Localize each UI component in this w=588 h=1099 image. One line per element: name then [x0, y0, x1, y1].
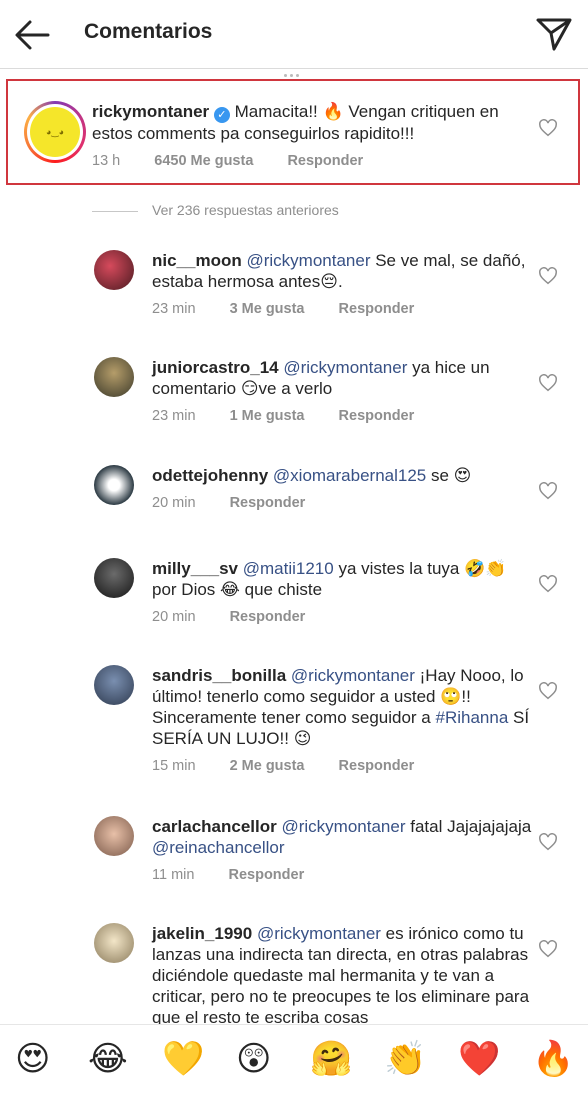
heart-icon[interactable]	[538, 940, 558, 958]
reply-button[interactable]: Responder	[230, 495, 306, 511]
comment-time: 20 min	[152, 609, 196, 625]
comment-body: fatal Jajajajajaja	[405, 817, 532, 836]
reply-button[interactable]: Responder	[230, 609, 306, 625]
avatar[interactable]	[94, 357, 134, 397]
caption-likes[interactable]: 6450 Me gusta	[154, 153, 253, 169]
heart-icon[interactable]	[538, 119, 558, 137]
comment-text: juniorcastro_14 @rickymontaner ya hice u…	[152, 357, 532, 399]
comment-username[interactable]: carlachancellor	[152, 817, 277, 836]
comment-likes[interactable]: 3 Me gusta	[230, 301, 305, 317]
comment-text: nic__moon @rickymontaner Se ve mal, se d…	[152, 250, 532, 292]
comment-text: carlachancellor @rickymontaner fatal Jaj…	[152, 816, 532, 858]
avatar[interactable]	[94, 465, 134, 505]
mention-link[interactable]: @reinachancellor	[152, 838, 285, 857]
view-previous-replies[interactable]: Ver 236 respuestas anteriores	[92, 202, 339, 218]
comment-likes[interactable]: 1 Me gusta	[230, 408, 305, 424]
comment-time: 15 min	[152, 758, 196, 774]
caption-username[interactable]: rickymontaner	[92, 102, 209, 121]
emoji-face-avatar-icon: ◕‿◕	[30, 107, 80, 157]
comment-body: se 😍	[426, 466, 472, 485]
mention-link[interactable]: @rickymontaner	[257, 924, 381, 943]
comment-time: 11 min	[152, 867, 195, 883]
heart-eyes-emoji-icon[interactable]: 😍	[15, 1039, 50, 1079]
view-previous-label: Ver 236 respuestas anteriores	[152, 202, 339, 218]
red-heart-emoji-icon[interactable]: ❤️	[458, 1039, 500, 1079]
avatar[interactable]	[94, 665, 134, 705]
comment-meta: 11 min Responder	[152, 867, 532, 883]
caption-reply-button[interactable]: Responder	[287, 153, 363, 169]
drag-dots-icon	[284, 64, 304, 77]
clapping-emoji-icon[interactable]: 👏	[384, 1039, 426, 1079]
comment-username[interactable]: odettejohenny	[152, 466, 268, 485]
avatar[interactable]	[94, 816, 134, 856]
page-title: Comentarios	[84, 20, 213, 43]
mention-link[interactable]: @rickymontaner	[246, 251, 370, 270]
comment-username[interactable]: milly___sv	[152, 559, 238, 578]
comment-time: 23 min	[152, 408, 196, 424]
caption-avatar[interactable]: ◕‿◕	[24, 101, 86, 163]
heart-icon[interactable]	[538, 482, 558, 500]
avatar[interactable]	[94, 250, 134, 290]
hashtag-link[interactable]: #Rihanna	[436, 708, 509, 727]
astonished-emoji-icon[interactable]: 😲	[236, 1039, 271, 1079]
verified-badge-icon: ✓	[213, 107, 230, 123]
caption-text: rickymontaner ✓ Mamacita!! 🔥 Vengan crit…	[92, 101, 532, 144]
hugging-emoji-icon[interactable]: 🤗	[310, 1039, 352, 1079]
comment-meta: 23 min 3 Me gusta Responder	[152, 301, 532, 317]
comment-username[interactable]: sandris__bonilla	[152, 666, 286, 685]
comment-text: milly___sv @matii1210 ya vistes la tuya …	[152, 558, 532, 600]
reply-button[interactable]: Responder	[339, 301, 415, 317]
back-arrow-icon[interactable]	[12, 18, 52, 52]
mention-link[interactable]: @matii1210	[243, 559, 334, 578]
comment-meta: 20 min Responder	[152, 495, 532, 511]
comment-text: sandris__bonilla @rickymontaner ¡Hay Noo…	[152, 665, 532, 749]
send-icon[interactable]	[534, 16, 574, 52]
caption-meta: 13 h 6450 Me gusta Responder	[92, 153, 532, 169]
comment-text: jakelin_1990 @rickymontaner es irónico c…	[152, 923, 537, 1028]
comment-text: odettejohenny @xiomarabernal125 se 😍	[152, 465, 532, 486]
avatar[interactable]	[94, 558, 134, 598]
reply-button[interactable]: Responder	[339, 408, 415, 424]
mention-link[interactable]: @rickymontaner	[283, 358, 407, 377]
fire-emoji-icon[interactable]: 🔥	[532, 1039, 574, 1079]
heart-icon[interactable]	[538, 833, 558, 851]
mention-link[interactable]: @rickymontaner	[291, 666, 415, 685]
comment-username[interactable]: juniorcastro_14	[152, 358, 279, 377]
comment-meta: 20 min Responder	[152, 609, 532, 625]
yellow-heart-emoji-icon[interactable]: 💛	[162, 1039, 204, 1079]
comment-username[interactable]: jakelin_1990	[152, 924, 252, 943]
reply-button[interactable]: Responder	[228, 867, 304, 883]
heart-icon[interactable]	[538, 575, 558, 593]
laughing-emoji-icon[interactable]: 😂	[88, 1039, 128, 1079]
comment-time: 20 min	[152, 495, 196, 511]
quick-emoji-bar: 😍 😂 💛 😲 🤗 👏 ❤️ 🔥	[0, 1024, 588, 1099]
heart-icon[interactable]	[538, 682, 558, 700]
caption-time: 13 h	[92, 153, 121, 169]
mention-link[interactable]: @xiomarabernal125	[273, 466, 426, 485]
caption-highlight: ◕‿◕ rickymontaner ✓ Mamacita!! 🔥 Vengan …	[6, 79, 580, 185]
heart-icon[interactable]	[538, 374, 558, 392]
top-bar: Comentarios	[0, 0, 588, 77]
comment-time: 23 min	[152, 301, 196, 317]
comment-meta: 23 min 1 Me gusta Responder	[152, 408, 532, 424]
comment-likes[interactable]: 2 Me gusta	[230, 758, 305, 774]
divider	[92, 210, 138, 212]
mention-link[interactable]: @rickymontaner	[281, 817, 405, 836]
avatar[interactable]	[94, 923, 134, 963]
heart-icon[interactable]	[538, 267, 558, 285]
comment-meta: 15 min 2 Me gusta Responder	[152, 758, 532, 774]
reply-button[interactable]: Responder	[339, 758, 415, 774]
comment-username[interactable]: nic__moon	[152, 251, 242, 270]
